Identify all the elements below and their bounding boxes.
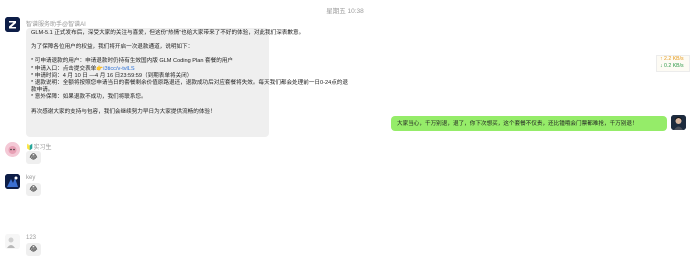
user-sender-name: 🔰实习生 [26, 145, 52, 151]
download-speed: ↓ 0.2 KB/s [660, 63, 684, 69]
message-line: GLM-5.1 正式发布后，深受大家的关注与喜爱，但这份“热情”也给大家带来了不… [31, 30, 305, 36]
user-sender-name: 123 [26, 235, 37, 241]
emoji-message-bubble[interactable]: 😂 [26, 243, 41, 256]
form-entry-label: * 申请入口：点击提交表单 [31, 65, 97, 72]
network-speed-widget: ↑ 2.2 KB/s ↓ 0.2 KB/s [656, 55, 690, 72]
message-line: 再次感谢大家的支持与包容，我们会继续努力早日为大家提供流畅的体验！ [31, 108, 216, 115]
form-link[interactable]: i3ticc/v-tvlLS [103, 66, 134, 72]
message-line: * 申请时间：4 月 10 日 —4 月 16 日23:59:59（到期表单将关… [31, 72, 193, 79]
user-sender-name: key [26, 175, 36, 181]
user-avatar[interactable] [5, 234, 20, 249]
self-message-bubble[interactable]: 大家当心，千万别退，退了，你下次想买，这个套餐不仅贵，还比锺哦会门票都难抢，千万… [391, 116, 667, 131]
user-avatar[interactable] [5, 142, 20, 157]
emoji-message-bubble[interactable]: 😂 [26, 151, 41, 164]
self-avatar[interactable] [671, 115, 686, 130]
message-line: * 可申请退款的用户：申请退款时仍持有生效国内版 GLM Coding Plan… [31, 58, 234, 65]
upload-speed: ↑ 2.2 KB/s [660, 56, 684, 62]
emoji-message-bubble[interactable]: 😂 [26, 183, 41, 196]
message-line: * 申请入口：点击提交表单👉i3ticc/v-tvlLS [31, 66, 264, 73]
message-line: 为了保障各位用户的权益，我们将开启一次退款通道，说明如下： [31, 44, 194, 51]
message-line: * 退款说明：全额将按照您申请当日的套餐剩余价值原路退还，退款成功后对应套餐将失… [31, 80, 348, 87]
chat-timestamp: 星期五 10:38 [326, 8, 364, 15]
message-line: * 意外保障：如果退款不成功，我们将联系您。 [31, 94, 147, 101]
bot-message-bubble[interactable]: GLM-5.1 正式发布后，深受大家的关注与喜爱，但这份“热情”也给大家带来了不… [26, 28, 348, 137]
bot-avatar[interactable] [5, 17, 20, 32]
bot-sender-name: 智谱服务助手@智谱AI [26, 22, 86, 28]
user-avatar[interactable] [5, 174, 20, 189]
